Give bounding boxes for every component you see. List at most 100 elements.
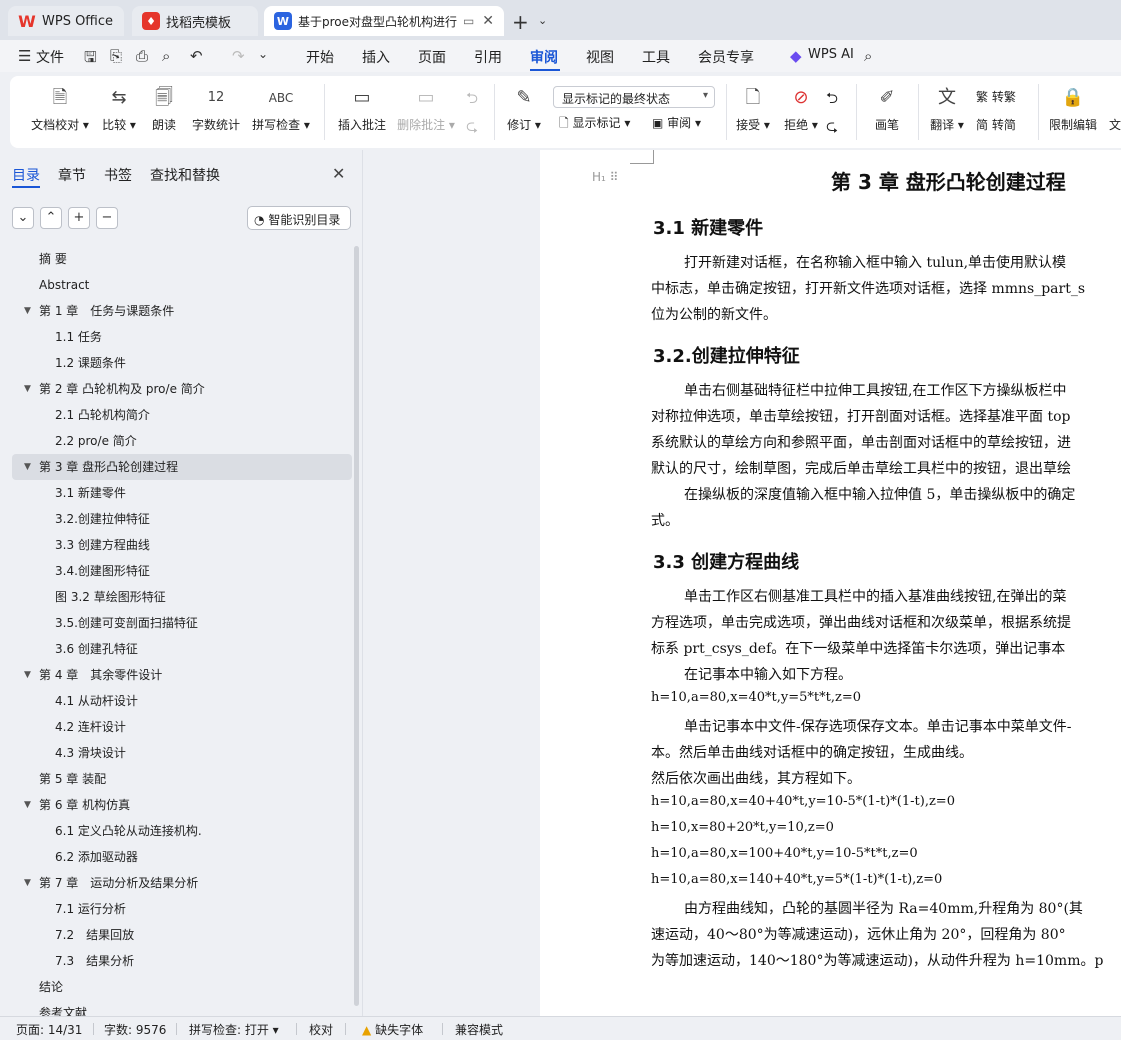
toc-item[interactable]: 6.1 定义凸轮从动连接机构.	[12, 818, 352, 844]
toc-item[interactable]: 3.6 创建孔特征	[12, 636, 352, 662]
toc-item[interactable]: 第 5 章 装配	[12, 766, 352, 792]
toc-item[interactable]: 7.2 结果回放	[12, 922, 352, 948]
compare-button[interactable]: ⇆ 比较 ▾	[98, 76, 140, 133]
toc-scrollbar[interactable]	[354, 246, 359, 1006]
toc-item[interactable]: ▼ 第 7 章 运动分析及结果分析	[12, 870, 352, 896]
show-markup-button[interactable]: 🗋 显示标记 ▾	[559, 114, 630, 135]
to-traditional-button[interactable]: 繁 转繁	[976, 88, 1016, 105]
remove-level-button[interactable]: −	[96, 207, 118, 229]
translate-button[interactable]: 文 翻译 ▾	[926, 76, 968, 133]
menu-insert[interactable]: 插入	[362, 47, 390, 67]
read-aloud-button[interactable]: 🗐 朗读	[148, 76, 180, 133]
toc-item[interactable]: 4.1 从动杆设计	[12, 688, 352, 714]
prev-comment-icon[interactable]: ⮌	[466, 88, 478, 113]
expand-button[interactable]: ⌃	[40, 207, 62, 229]
expand-arrow-icon[interactable]: ▼	[24, 662, 31, 688]
menu-start[interactable]: 开始	[306, 47, 334, 67]
next-change-icon[interactable]: ⮎	[826, 116, 838, 141]
menu-review[interactable]: 审阅	[530, 47, 558, 67]
next-comment-icon[interactable]: ⮎	[466, 116, 478, 141]
tab-template[interactable]: ♦ 找稻壳模板	[132, 6, 258, 36]
toc-item[interactable]: 摘 要	[12, 246, 352, 272]
expand-arrow-icon[interactable]: ▼	[24, 870, 31, 896]
monitor-icon[interactable]: ▭	[463, 14, 474, 28]
tab-wps-office[interactable]: W WPS Office	[8, 6, 124, 36]
missing-font-status[interactable]: ▲ 缺失字体	[362, 1021, 423, 1038]
toc-item[interactable]: 7.1 运行分析	[12, 896, 352, 922]
toc-item[interactable]: Abstract	[12, 272, 352, 298]
redo-icon[interactable]: ↷	[232, 47, 245, 65]
chevron-down-icon[interactable]: ⌄	[258, 47, 268, 61]
toc-item[interactable]: 4.3 滑块设计	[12, 740, 352, 766]
menu-tools[interactable]: 工具	[642, 47, 670, 67]
menu-wps-ai[interactable]: WPS AI	[808, 47, 854, 62]
tab-toc[interactable]: 目录	[12, 165, 40, 185]
reject-button[interactable]: ⊘ 拒绝 ▾	[780, 76, 822, 133]
toc-item[interactable]: 1.1 任务	[12, 324, 352, 350]
menu-page[interactable]: 页面	[418, 47, 446, 67]
close-tab-icon[interactable]: ✕	[482, 13, 494, 29]
spell-check-button[interactable]: ABC 拼写检查 ▾	[250, 76, 312, 133]
menu-member[interactable]: 会员专享	[698, 47, 754, 67]
toc-item[interactable]: 图 3.2 草绘图形特征	[12, 584, 352, 610]
word-count-button[interactable]: 12 字数统计	[190, 76, 242, 133]
expand-arrow-icon[interactable]: ▼	[24, 792, 31, 818]
menu-file[interactable]: 文件	[36, 47, 64, 67]
doc-proof-button[interactable]: 🗎 文档校对 ▾	[28, 76, 92, 133]
pen-button[interactable]: ✐ 画笔	[870, 76, 904, 133]
toc-item[interactable]: 6.2 添加驱动器	[12, 844, 352, 870]
toc-item[interactable]: 3.4.创建图形特征	[12, 558, 352, 584]
print-preview-icon[interactable]: ⌕	[162, 47, 170, 65]
share-icon[interactable]: ⎘	[110, 47, 122, 65]
proof-status[interactable]: 校对	[309, 1021, 333, 1038]
toc-item[interactable]: 结论	[12, 974, 352, 1000]
spell-check-status[interactable]: 拼写检查: 打开 ▾	[189, 1021, 279, 1038]
toc-item[interactable]: ▼ 第 3 章 盘形凸轮创建过程	[12, 454, 352, 480]
accept-button[interactable]: 🗋 接受 ▾	[732, 76, 774, 133]
toc-item[interactable]: ▼ 第 2 章 凸轮机构及 pro/e 简介	[12, 376, 352, 402]
to-simplified-button[interactable]: 简 转简	[976, 116, 1016, 133]
menu-view[interactable]: 视图	[586, 47, 614, 67]
expand-arrow-icon[interactable]: ▼	[24, 454, 31, 480]
save-icon[interactable]: 🖫	[84, 47, 97, 72]
add-level-button[interactable]: +	[68, 207, 90, 229]
heading-marker-icon[interactable]: H₁ ⠿	[592, 170, 618, 184]
revise-button[interactable]: ✎ 修订 ▾	[504, 76, 544, 133]
chevron-down-icon[interactable]: ⌄	[538, 14, 547, 27]
tab-bookmarks[interactable]: 书签	[104, 165, 132, 185]
toc-item[interactable]: 7.3 结果分析	[12, 948, 352, 974]
new-tab-icon[interactable]: +	[512, 10, 529, 34]
tab-find-replace[interactable]: 查找和替换	[150, 165, 220, 185]
expand-arrow-icon[interactable]: ▼	[24, 298, 31, 324]
tab-sections[interactable]: 章节	[58, 165, 86, 185]
delete-comment-button[interactable]: ▭ 删除批注 ▾	[396, 76, 456, 133]
search-icon[interactable]: ⌕	[864, 47, 872, 65]
tab-document[interactable]: W 基于proe对盘型凸轮机构进行 ▭ ✕	[264, 6, 504, 36]
close-icon[interactable]: ✕	[332, 164, 345, 183]
toc-item[interactable]: ▼ 第 4 章 其余零件设计	[12, 662, 352, 688]
review-pane-button[interactable]: ▣ 审阅 ▾	[652, 114, 701, 131]
hamburger-icon[interactable]: ☰	[18, 47, 31, 65]
page-indicator[interactable]: 页面: 14/31	[16, 1021, 82, 1038]
toc-item[interactable]: ▼ 第 1 章 任务与课题条件	[12, 298, 352, 324]
smart-toc-button[interactable]: ◔ 智能识别目录	[247, 206, 351, 230]
toc-item[interactable]: 1.2 课题条件	[12, 350, 352, 376]
expand-arrow-icon[interactable]: ▼	[24, 376, 31, 402]
undo-icon[interactable]: ↶	[190, 47, 203, 65]
word-count-status[interactable]: 字数: 9576	[104, 1021, 166, 1038]
restrict-edit-button[interactable]: 🔒 限制编辑	[1046, 76, 1100, 133]
menu-reference[interactable]: 引用	[474, 47, 502, 67]
more-button[interactable]: 文	[1108, 76, 1121, 133]
prev-change-icon[interactable]: ⮌	[826, 88, 838, 113]
collapse-button[interactable]: ⌄	[12, 207, 34, 229]
toc-item[interactable]: ▼ 第 6 章 机构仿真	[12, 792, 352, 818]
markup-state-select[interactable]: 显示标记的最终状态 ▾	[553, 86, 715, 108]
print-icon[interactable]: ⎙	[136, 47, 148, 65]
toc-item[interactable]: 4.2 连杆设计	[12, 714, 352, 740]
insert-comment-button[interactable]: ▭ 插入批注	[336, 76, 388, 133]
toc-item[interactable]: 3.3 创建方程曲线	[12, 532, 352, 558]
toc-item[interactable]: 2.2 pro/e 简介	[12, 428, 352, 454]
toc-item[interactable]: 3.5.创建可变剖面扫描特征	[12, 610, 352, 636]
toc-item[interactable]: 2.1 凸轮机构简介	[12, 402, 352, 428]
toc-item[interactable]: 3.2.创建拉伸特征	[12, 506, 352, 532]
